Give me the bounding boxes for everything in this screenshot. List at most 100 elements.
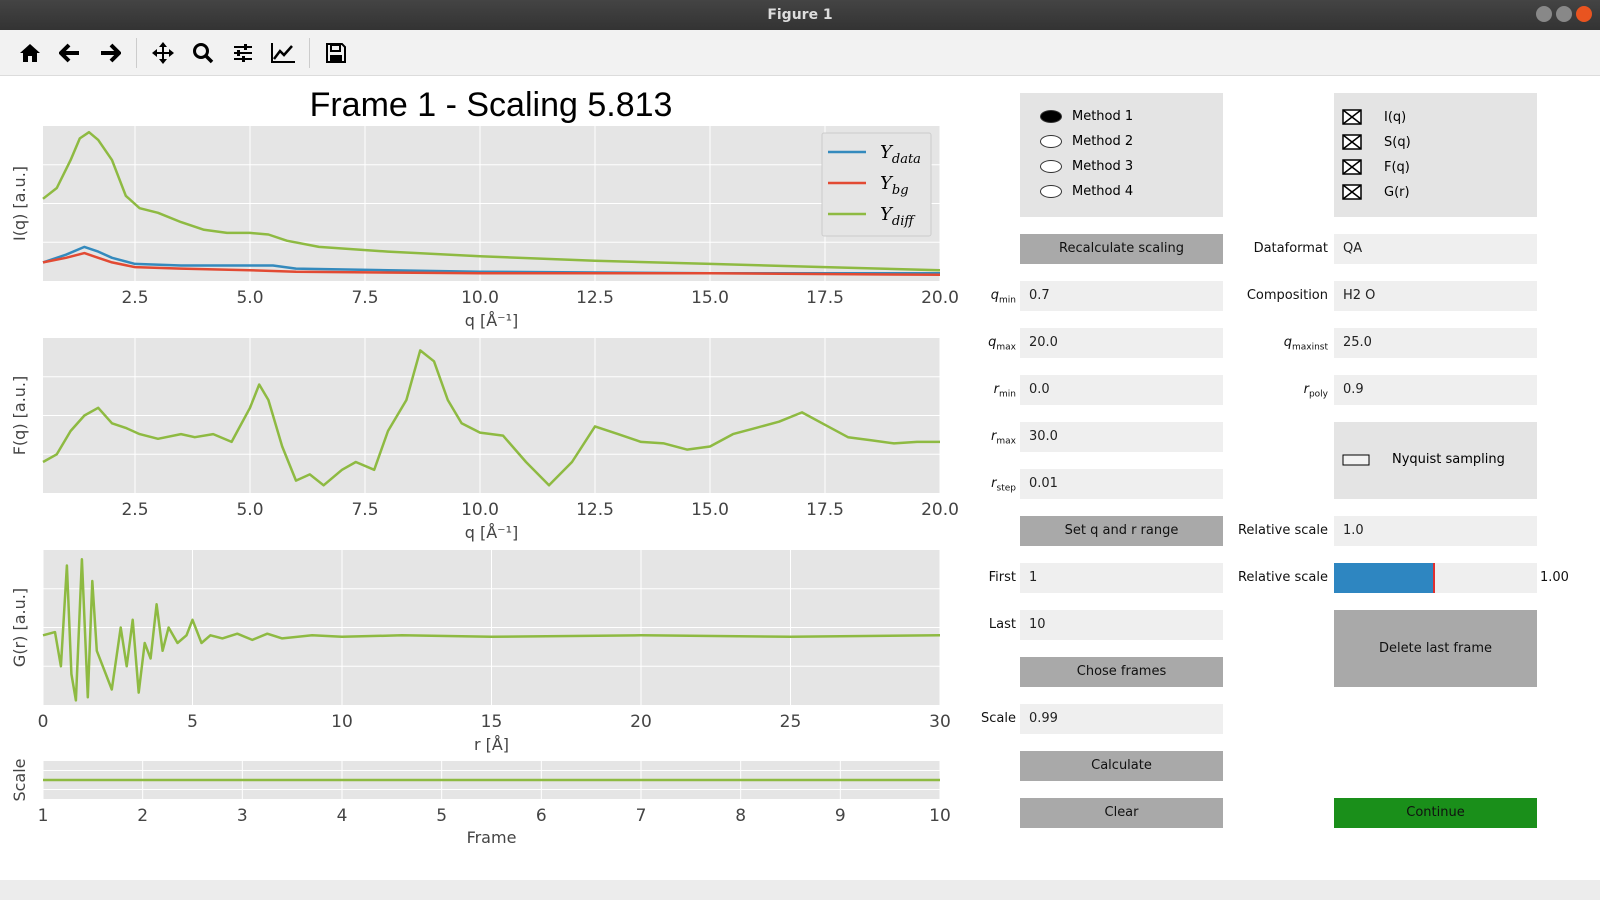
x-tick-label: 10 bbox=[331, 712, 353, 732]
zoom-button[interactable] bbox=[183, 33, 223, 73]
y-axis-label: G(r) [a.u.] bbox=[10, 588, 29, 667]
qmaxinst-input[interactable]: 25.0 bbox=[1334, 328, 1537, 358]
home-button[interactable] bbox=[10, 33, 50, 73]
output-checkbox-group: I(q) S(q) F(q) G(r) bbox=[1334, 93, 1537, 217]
legend-frame bbox=[821, 132, 932, 237]
rmin-input[interactable]: 0.0 bbox=[1020, 375, 1223, 405]
status-bar bbox=[0, 880, 1600, 900]
zoom-icon bbox=[193, 42, 214, 63]
relative-scale-input[interactable]: 1.0 bbox=[1334, 516, 1537, 546]
calculate-button[interactable]: Calculate bbox=[1020, 751, 1223, 781]
x-tick-label: 15.0 bbox=[691, 500, 729, 520]
x-tick-label: 20 bbox=[630, 712, 652, 732]
x-tick-label: 20.0 bbox=[921, 288, 959, 308]
radio-label: Method 3 bbox=[1072, 159, 1134, 174]
x-tick-label: 7 bbox=[636, 806, 647, 826]
x-axis-label: Frame bbox=[467, 828, 517, 847]
slider-fill bbox=[1334, 563, 1434, 593]
forward-arrow-icon bbox=[101, 43, 121, 62]
back-button[interactable] bbox=[50, 33, 90, 73]
window-controls bbox=[1536, 6, 1592, 22]
maximize-icon[interactable] bbox=[1556, 6, 1572, 22]
toolbar-separator bbox=[309, 37, 310, 68]
radio-method-1[interactable]: Method 1 bbox=[1040, 109, 1133, 124]
first-label: First bbox=[988, 570, 1016, 585]
first-frame-input[interactable]: 1 bbox=[1020, 563, 1223, 593]
configure-subplots-button[interactable] bbox=[223, 33, 263, 73]
rstep-input[interactable]: 0.01 bbox=[1020, 469, 1223, 499]
radio-selected-icon bbox=[1040, 110, 1062, 123]
checkbox-checked-icon bbox=[1342, 134, 1362, 150]
continue-button[interactable]: Continue bbox=[1334, 798, 1537, 828]
x-tick-label: 2.5 bbox=[121, 500, 148, 520]
slider-handle[interactable] bbox=[1433, 563, 1436, 593]
checkbox-fq[interactable]: F(q) bbox=[1342, 159, 1410, 175]
x-tick-label: 0 bbox=[38, 712, 49, 732]
x-tick-label: 12.5 bbox=[576, 288, 614, 308]
checkbox-nyquist[interactable]: Nyquist sampling bbox=[1342, 452, 1505, 467]
x-tick-label: 7.5 bbox=[351, 288, 378, 308]
relative-scale-label: Relative scale bbox=[1237, 523, 1328, 538]
checkbox-sq[interactable]: S(q) bbox=[1342, 134, 1411, 150]
home-icon bbox=[20, 43, 40, 62]
subplots-config-icon bbox=[234, 43, 252, 62]
minimize-icon[interactable] bbox=[1536, 6, 1552, 22]
x-tick-label: 10.0 bbox=[461, 288, 499, 308]
checkbox-gr[interactable]: G(r) bbox=[1342, 184, 1410, 200]
checkbox-checked-icon bbox=[1342, 159, 1362, 175]
x-tick-label: 5 bbox=[187, 712, 198, 732]
last-label: Last bbox=[988, 617, 1016, 632]
edit-axis-button[interactable] bbox=[263, 33, 303, 73]
save-icon bbox=[326, 42, 346, 63]
composition-label: Composition bbox=[1246, 288, 1328, 303]
x-tick-label: 30 bbox=[929, 712, 951, 732]
save-button[interactable] bbox=[316, 33, 356, 73]
rpoly-label: rpoly bbox=[1303, 382, 1328, 400]
pan-icon bbox=[152, 41, 174, 64]
radio-method-3[interactable]: Method 3 bbox=[1040, 159, 1133, 174]
dataformat-input[interactable]: QA bbox=[1334, 234, 1537, 264]
x-tick-label: 12.5 bbox=[576, 500, 614, 520]
pan-button[interactable] bbox=[143, 33, 183, 73]
radio-method-2[interactable]: Method 2 bbox=[1040, 134, 1133, 149]
x-tick-label: 9 bbox=[835, 806, 846, 826]
qmax-input[interactable]: 20.0 bbox=[1020, 328, 1223, 358]
x-tick-label: 10 bbox=[929, 806, 951, 826]
x-axis-label: r [Å] bbox=[474, 735, 509, 754]
rmax-label: rmax bbox=[991, 429, 1016, 447]
relative-scale-slider-label: Relative scale bbox=[1237, 570, 1328, 585]
nyquist-checkbox-box: Nyquist sampling bbox=[1334, 422, 1537, 499]
forward-button[interactable] bbox=[90, 33, 130, 73]
close-icon[interactable] bbox=[1576, 6, 1592, 22]
back-arrow-icon bbox=[59, 43, 79, 62]
relative-scale-slider[interactable] bbox=[1334, 563, 1537, 593]
x-tick-label: 20.0 bbox=[921, 500, 959, 520]
checkbox-checked-icon bbox=[1342, 109, 1362, 125]
x-tick-label: 5.0 bbox=[236, 288, 263, 308]
y-axis-label: I(q) [a.u.] bbox=[10, 166, 29, 241]
checkbox-label: G(r) bbox=[1384, 184, 1410, 200]
clear-button[interactable]: Clear bbox=[1020, 798, 1223, 828]
scale-input[interactable]: 0.99 bbox=[1020, 704, 1223, 734]
rmax-input[interactable]: 30.0 bbox=[1020, 422, 1223, 452]
recalculate-scaling-button[interactable]: Recalculate scaling bbox=[1020, 234, 1223, 264]
radio-unselected-icon bbox=[1040, 135, 1062, 148]
composition-input[interactable]: H2 O bbox=[1334, 281, 1537, 311]
radio-method-4[interactable]: Method 4 bbox=[1040, 184, 1133, 199]
set-q-r-range-button[interactable]: Set q and r range bbox=[1020, 516, 1223, 546]
x-tick-label: 17.5 bbox=[806, 500, 844, 520]
qmin-input[interactable]: 0.7 bbox=[1020, 281, 1223, 311]
radio-unselected-icon bbox=[1040, 185, 1062, 198]
chose-frames-button[interactable]: Chose frames bbox=[1020, 657, 1223, 687]
x-tick-label: 2.5 bbox=[121, 288, 148, 308]
x-tick-label: 2 bbox=[137, 806, 148, 826]
x-tick-label: 25 bbox=[780, 712, 802, 732]
rpoly-input[interactable]: 0.9 bbox=[1334, 375, 1537, 405]
x-tick-label: 15 bbox=[481, 712, 503, 732]
last-frame-input[interactable]: 10 bbox=[1020, 610, 1223, 640]
subplot-2: 2.5 5.0 7.5 10.0 12.5 15.0 17.5 20.0 q [Å⁻¹] F(q)… bbox=[10, 338, 959, 542]
plots-area: Frame 1 - Scaling 5.813 2.5 5.0 7.5 10.0 12.… bbox=[10, 86, 959, 847]
checkbox-iq[interactable]: I(q) bbox=[1342, 109, 1406, 125]
delete-last-frame-button[interactable]: Delete last frame bbox=[1334, 610, 1537, 687]
window-title: Figure 1 bbox=[767, 7, 833, 23]
